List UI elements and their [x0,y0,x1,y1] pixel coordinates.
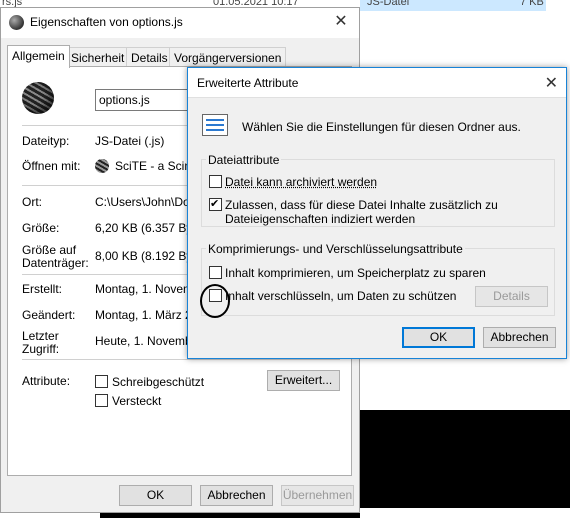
type-label: Dateityp: [22,134,70,148]
properties-title: Eigenschaften von options.js [30,15,183,29]
size-label: Größe: [22,221,60,235]
encrypt-label: Inhalt verschlüsseln, um Daten zu schütz… [225,289,457,303]
annotation-circle [200,284,230,318]
size-on-disk-label: Größe auf Datenträger: [22,243,89,270]
modified-value: Montag, 1. März 20 [95,308,199,322]
advanced-button[interactable]: Erweitert... [267,370,340,391]
attributes-label: Attribute: [22,374,71,388]
close-icon[interactable]: ✕ [329,11,353,31]
created-label: Erstellt: [22,282,63,296]
archive-checkbox[interactable] [209,175,222,188]
readonly-checkbox[interactable] [95,375,108,388]
hidden-label: Versteckt [112,394,162,408]
file-attributes-group-label: Dateiattribute [206,153,282,167]
cancel-button[interactable]: Abbrechen [200,485,273,506]
accessed-label: Letzter Zugriff: [22,329,60,356]
location-value: C:\Users\John\Dow [95,195,199,209]
tab-sicherheit[interactable]: Sicherheit [66,47,130,67]
opens-with-app: SciTE - a Scint [115,159,195,173]
index-label: Zulassen, dass für diese Datei Inhalte z… [225,198,498,226]
tab-vorgaengerversionen[interactable]: Vorgängerversionen [169,47,287,67]
advanced-title: Erweiterte Attribute [197,76,299,90]
file-type-icon [22,82,54,114]
readonly-label: Schreibgeschützt [112,375,205,389]
index-checkbox[interactable] [209,197,222,211]
separator [22,359,340,360]
advanced-ok-button[interactable]: OK [402,327,475,348]
archive-label: Datei kann archiviert werden [225,175,378,189]
advanced-attributes-dialog: Erweiterte Attribute ✕ Wählen Sie die Ei… [187,67,567,359]
modified-label: Geändert: [22,308,76,322]
apply-button[interactable]: Übernehmen [281,485,354,506]
advanced-cancel-button[interactable]: Abbrechen [483,327,556,348]
tab-allgemein[interactable]: Allgemein [7,45,70,68]
advanced-intro-text: Wählen Sie die Einstellungen für diesen … [242,120,521,134]
compress-checkbox[interactable] [209,266,222,279]
background-dark-area [355,410,570,518]
compress-label: Inhalt komprimieren, um Speicherplatz zu… [225,266,486,280]
advanced-titlebar[interactable]: Erweiterte Attribute ✕ [188,68,566,98]
explorer-row-type: JS-Datei [367,0,410,8]
scite-icon [9,15,24,30]
opens-with-value: SciTE - a Scint [95,159,194,173]
ok-button[interactable]: OK [119,485,192,506]
details-button[interactable]: Details [475,286,548,307]
explorer-row-size: 7 KB [520,0,544,8]
scite-icon [95,159,109,173]
created-value: Montag, 1. Novemb [95,282,200,296]
settings-list-icon [202,114,228,136]
opens-with-label: Öffnen mit: [22,159,81,173]
compress-encrypt-group-label: Komprimierungs- und Verschlüsselungsattr… [206,242,465,256]
hidden-checkbox[interactable] [95,394,108,407]
tab-details[interactable]: Details [126,47,173,67]
type-value: JS-Datei (.js) [95,134,165,148]
properties-titlebar[interactable]: Eigenschaften von options.js ✕ [1,8,359,38]
location-label: Ort: [22,195,42,209]
close-icon[interactable]: ✕ [545,73,558,93]
